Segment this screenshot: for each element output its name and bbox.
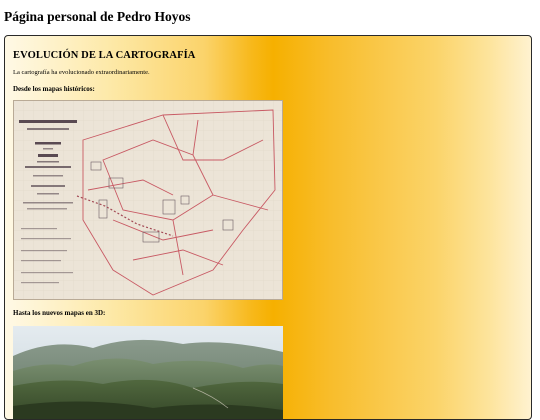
content-panel: EVOLUCIÓN DE LA CARTOGRAFÍA La cartograf… [4, 35, 532, 420]
page-title: Página personal de Pedro Hoyos [4, 9, 191, 24]
intro-text: La cartografía ha evolucionado extraordi… [13, 69, 150, 76]
section-title: EVOLUCIÓN DE LA CARTOGRAFÍA [13, 50, 196, 61]
3d-maps-label: Hasta los nuevos mapas en 3D: [13, 309, 106, 317]
historic-maps-label: Desde los mapas históricos: [13, 85, 95, 93]
historic-map-drawing [13, 100, 283, 300]
historic-map-image [13, 100, 283, 300]
3d-map-image [13, 326, 283, 419]
3d-terrain-drawing [13, 326, 283, 419]
